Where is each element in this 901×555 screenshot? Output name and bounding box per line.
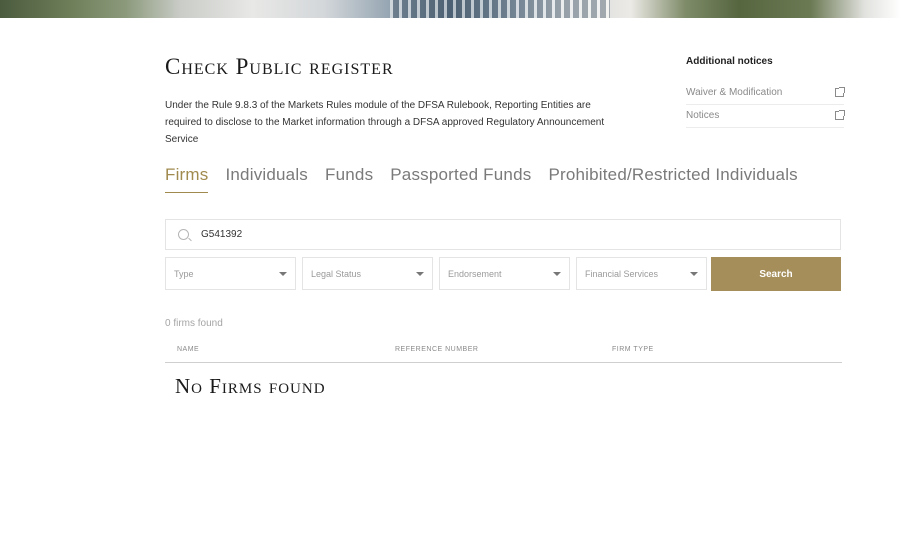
notice-link-label: Notices (686, 110, 720, 121)
results-count: 0 firms found (165, 318, 223, 329)
no-results-message: No Firms found (175, 374, 326, 398)
endorsement-select[interactable]: Endorsement (439, 257, 570, 290)
register-tabs: Firms Individuals Funds Passported Funds… (165, 165, 798, 193)
hero-banner-image (0, 0, 901, 18)
chevron-down-icon (690, 271, 698, 276)
page-title: Check Public register (165, 54, 394, 79)
select-label: Legal Status (311, 268, 362, 279)
notices-heading: Additional notices (686, 56, 773, 67)
filter-bar: Type Legal Status Endorsement Financial … (165, 257, 707, 290)
legal-status-select[interactable]: Legal Status (302, 257, 433, 290)
tab-individuals[interactable]: Individuals (225, 165, 308, 193)
notice-link-waiver[interactable]: Waiver & Modification (686, 82, 845, 105)
notice-link-notices[interactable]: Notices (686, 105, 845, 128)
intro-text: Under the Rule 9.8.3 of the Markets Rule… (165, 100, 605, 145)
external-link-icon (835, 110, 845, 120)
financial-services-select[interactable]: Financial Services (576, 257, 707, 290)
tab-funds[interactable]: Funds (325, 165, 373, 193)
select-label: Type (174, 268, 194, 279)
tab-firms[interactable]: Firms (165, 165, 209, 193)
chevron-down-icon (553, 271, 561, 276)
search-input[interactable] (199, 228, 803, 241)
column-header-reference-number: REFERENCE NUMBER (395, 346, 479, 353)
search-box (165, 219, 841, 250)
search-icon (178, 229, 189, 240)
type-select[interactable]: Type (165, 257, 296, 290)
results-table-header: NAME REFERENCE NUMBER FIRM TYPE (165, 340, 842, 363)
select-label: Financial Services (585, 268, 659, 279)
select-label: Endorsement (448, 268, 502, 279)
column-header-firm-type: FIRM TYPE (612, 346, 654, 353)
additional-notices: Additional notices Waiver & Modification… (686, 56, 845, 128)
column-header-name: NAME (177, 346, 200, 353)
tab-passported-funds[interactable]: Passported Funds (390, 165, 531, 193)
chevron-down-icon (416, 271, 424, 276)
notice-link-label: Waiver & Modification (686, 87, 783, 98)
search-button[interactable]: Search (711, 257, 841, 291)
tab-prohibited-restricted-individuals[interactable]: Prohibited/Restricted Individuals (548, 165, 797, 193)
chevron-down-icon (279, 271, 287, 276)
external-link-icon (835, 87, 845, 97)
